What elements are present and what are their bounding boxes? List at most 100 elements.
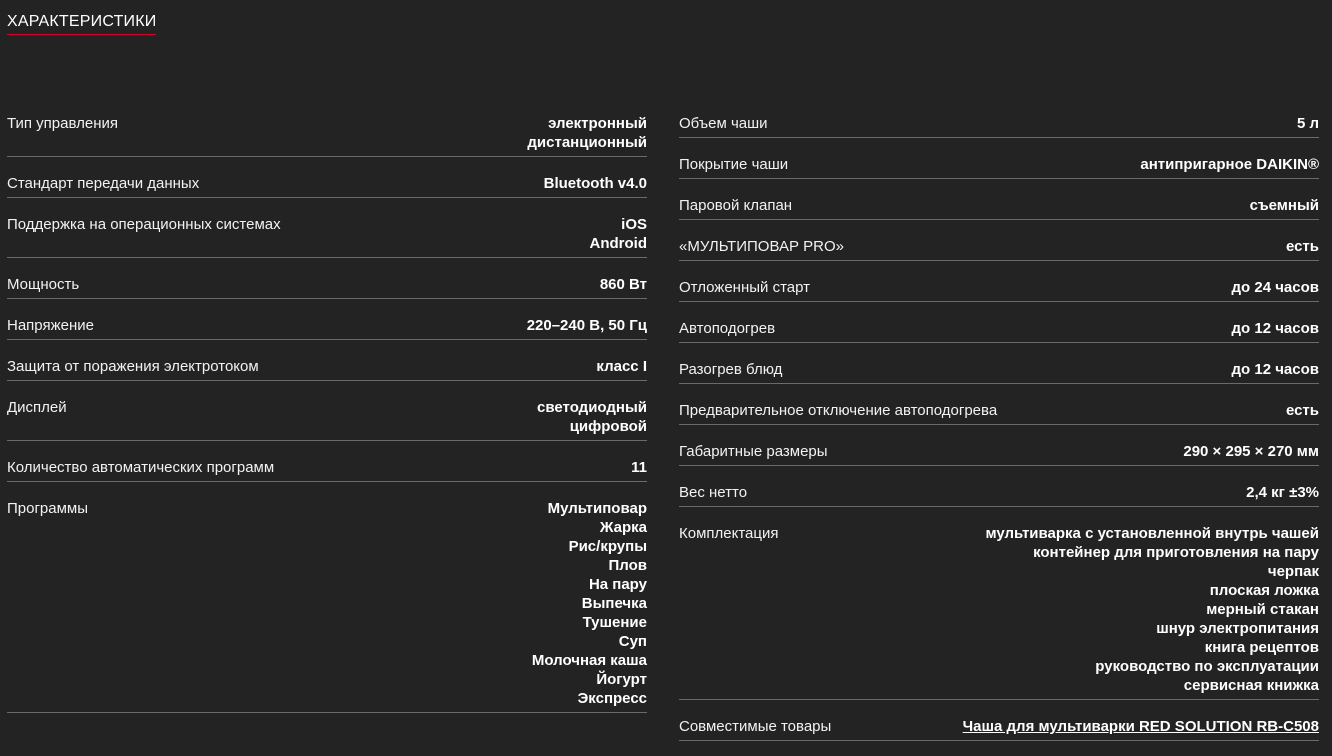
spec-value: антипригарное DAIKIN® <box>1140 156 1319 173</box>
spec-label: Поддержка на операционных системах <box>7 216 281 233</box>
spec-value: 860 Вт <box>599 276 647 293</box>
spec-values: 5 л <box>1297 114 1319 133</box>
spec-row: Дисплей светодиодный цифровой <box>7 396 647 441</box>
compatible-product-link[interactable]: Чаша для мультиварки RED SOLUTION RB-C50… <box>963 717 1319 736</box>
spec-row: Тип управления электронный дистанционный <box>7 112 647 157</box>
spec-value: цифровой <box>569 418 647 435</box>
spec-label: Совместимые товары <box>679 718 832 735</box>
spec-label: Объем чаши <box>679 115 768 132</box>
spec-value: iOS <box>621 216 647 233</box>
spec-value: до 12 часов <box>1231 320 1319 337</box>
spec-value: съемный <box>1249 197 1319 214</box>
spec-row: Разогрев блюд до 12 часов <box>679 358 1319 384</box>
spec-values: светодиодный цифровой <box>537 398 647 436</box>
spec-value: плоская ложка <box>1209 582 1319 599</box>
spec-value: класс I <box>596 358 647 375</box>
spec-value: 2,4 кг ±3% <box>1246 484 1319 501</box>
spec-values: мультиварка с установленной внутрь чашей… <box>985 524 1319 695</box>
spec-row: Покрытие чаши антипригарное DAIKIN® <box>679 153 1319 179</box>
spec-value: Bluetooth v4.0 <box>543 175 647 192</box>
spec-row: Вес нетто 2,4 кг ±3% <box>679 481 1319 507</box>
section-title: ХАРАКТЕРИСТИКИ <box>7 12 157 35</box>
spec-value: мультиварка с установленной внутрь чашей <box>985 525 1319 542</box>
spec-row: Поддержка на операционных системах iOS And… <box>7 213 647 258</box>
spec-value: есть <box>1285 238 1319 255</box>
spec-row: Паровой клапан съемный <box>679 194 1319 220</box>
spec-row: Напряжение 220–240 В, 50 Гц <box>7 314 647 340</box>
spec-row: Программы Мультиповар Жарка Рис/крупы Плов На… <box>7 497 647 713</box>
spec-value: 220–240 В, 50 Гц <box>526 317 647 334</box>
spec-values: Bluetooth v4.0 <box>544 174 647 193</box>
spec-label: Защита от поражения электротоком <box>7 358 259 375</box>
spec-values: есть <box>1286 237 1319 256</box>
spec-row: Автоподогрев до 12 часов <box>679 317 1319 343</box>
spec-values: 860 Вт <box>600 275 647 294</box>
spec-value: мерный стакан <box>1206 601 1319 618</box>
spec-label: Мощность <box>7 276 80 293</box>
spec-value: электронный <box>548 115 647 132</box>
spec-label: Покрытие чаши <box>679 156 789 173</box>
specs-column-left: Тип управления электронный дистанционный Ст… <box>7 112 647 728</box>
spec-row: Мощность 860 Вт <box>7 273 647 299</box>
spec-value: есть <box>1285 402 1319 419</box>
spec-label: Тип управления <box>7 115 118 132</box>
spec-value: Молочная каша <box>531 652 647 669</box>
spec-values: 2,4 кг ±3% <box>1246 483 1319 502</box>
spec-values: есть <box>1286 401 1319 420</box>
spec-value: Рис/крупы <box>568 538 647 555</box>
spec-value: шнур электропитания <box>1156 620 1319 637</box>
spec-value: до 12 часов <box>1231 361 1319 378</box>
spec-row: Совместимые товары Чаша для мультиварки R… <box>679 715 1319 741</box>
spec-values: до 12 часов <box>1232 360 1319 379</box>
spec-values: 220–240 В, 50 Гц <box>527 316 647 335</box>
spec-label: Количество автоматических программ <box>7 459 275 476</box>
spec-label: Программы <box>7 500 89 517</box>
spec-label: Стандарт передачи данных <box>7 175 200 192</box>
spec-values: до 12 часов <box>1232 319 1319 338</box>
spec-label: «МУЛЬТИПОВАР PRO» <box>679 238 844 255</box>
spec-values: Чаша для мультиварки RED SOLUTION RB-C50… <box>963 717 1319 736</box>
spec-value: руководство по эксплуатации <box>1095 658 1319 675</box>
spec-values: iOS Android <box>590 215 648 253</box>
spec-row: Комплектация мультиварка с установленной … <box>679 522 1319 700</box>
spec-values: съемный <box>1250 196 1319 215</box>
spec-values: Мультиповар Жарка Рис/крупы Плов На пару Выпе… <box>532 499 647 708</box>
spec-value: Плов <box>608 557 648 574</box>
spec-value: черпак <box>1267 563 1319 580</box>
spec-label: Комплектация <box>679 525 779 542</box>
spec-value: светодиодный <box>537 399 647 416</box>
spec-value: книга рецептов <box>1204 639 1319 656</box>
spec-values: 290 × 295 × 270 мм <box>1183 442 1319 461</box>
spec-label: Дисплей <box>7 399 67 416</box>
spec-value: 11 <box>631 459 647 476</box>
spec-value: Жарка <box>599 519 647 536</box>
spec-values: класс I <box>596 357 647 376</box>
spec-values: антипригарное DAIKIN® <box>1140 155 1319 174</box>
spec-values: 11 <box>631 458 647 477</box>
spec-value: Суп <box>618 633 647 650</box>
spec-label: Напряжение <box>7 317 94 334</box>
spec-value: дистанционный <box>527 134 647 151</box>
spec-label: Автоподогрев <box>679 320 776 337</box>
spec-row: Габаритные размеры 290 × 295 × 270 мм <box>679 440 1319 466</box>
spec-value: На пару <box>588 576 647 593</box>
spec-label: Разогрев блюд <box>679 361 783 378</box>
spec-row: Стандарт передачи данных Bluetooth v4.0 <box>7 172 647 198</box>
spec-value: контейнер для приготовления на пару <box>1033 544 1319 561</box>
spec-value: Йогурт <box>596 671 647 688</box>
spec-label: Габаритные размеры <box>679 443 828 460</box>
spec-value: Мультиповар <box>547 500 647 517</box>
spec-label: Паровой клапан <box>679 197 793 214</box>
spec-value: Тушение <box>582 614 647 631</box>
spec-value: Выпечка <box>581 595 647 612</box>
spec-label: Вес нетто <box>679 484 748 501</box>
spec-row: Предварительное отключение автоподогрева… <box>679 399 1319 425</box>
spec-row: Отложенный старт до 24 часов <box>679 276 1319 302</box>
spec-row: Объем чаши 5 л <box>679 112 1319 138</box>
spec-values: до 24 часов <box>1232 278 1319 297</box>
spec-value: Экспресс <box>577 690 647 707</box>
spec-value: Android <box>589 235 648 252</box>
spec-value: 5 л <box>1296 115 1319 132</box>
spec-row: Количество автоматических программ 11 <box>7 456 647 482</box>
specs-column-right: Объем чаши 5 л Покрытие чаши антипригарное … <box>679 112 1319 756</box>
